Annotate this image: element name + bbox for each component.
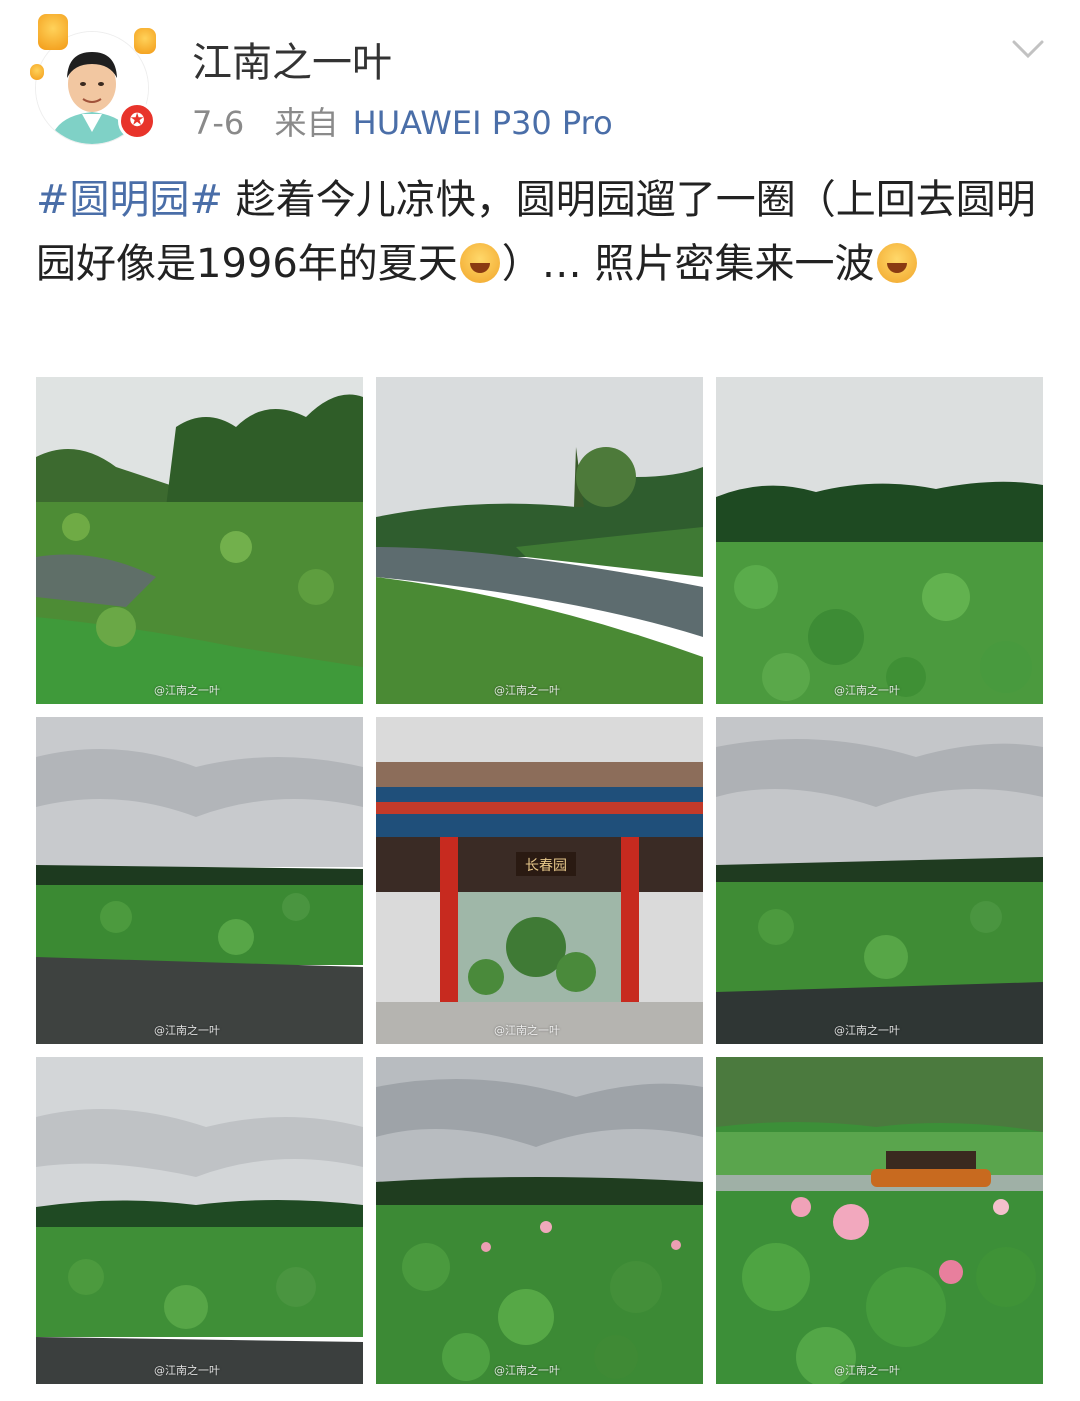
verified-badge-icon: ✪ [118,102,156,140]
lantern-icon [30,64,44,80]
author-name[interactable]: 江南之一叶 [192,30,392,88]
photo-thumbnail[interactable]: 长春园 @江南之一叶 [376,717,703,1044]
laughing-emoji-icon [876,243,917,283]
device-link[interactable]: HUAWEI P30 Pro [353,104,613,142]
photo-thumbnail[interactable]: @江南之一叶 [376,377,703,704]
photo-watermark: @江南之一叶 [154,1364,220,1377]
photo-thumbnail[interactable]: @江南之一叶 [36,377,363,704]
post-text-part-2: ）… 照片密集来一波 [501,241,875,287]
chevron-down-icon[interactable] [1008,30,1048,70]
gate-sign: 长春园 [525,858,567,874]
photo-watermark: @江南之一叶 [494,1024,560,1037]
photo-watermark: @江南之一叶 [154,684,220,697]
photo-thumbnail[interactable]: @江南之一叶 [716,1057,1043,1384]
photo-watermark: @江南之一叶 [494,1364,560,1377]
photo-thumbnail[interactable]: @江南之一叶 [376,1057,703,1384]
hashtag-link[interactable]: #圆明园# [36,177,223,223]
photo-watermark: @江南之一叶 [834,1024,900,1037]
post-meta: 7-6 来自 HUAWEI P30 Pro [192,98,613,144]
photo-watermark: @江南之一叶 [834,1364,900,1377]
laughing-tears-emoji-icon [459,243,500,283]
photo-thumbnail[interactable]: @江南之一叶 [716,377,1043,704]
avatar[interactable]: ✪ [30,14,160,144]
post-text: #圆明园# 趁着今儿凉快，圆明园遛了一圈（上回去圆明园好像是1996年的夏天）…… [36,168,1046,296]
photo-grid: @江南之一叶 @江南之一叶 @江南之一叶 @江南之一叶 长春园 @江南之一叶 @… [36,377,1044,1385]
weibo-post: ✪ 江南之一叶 7-6 来自 HUAWEI P30 Pro #圆明园# 趁着今儿… [0,0,1080,1401]
photo-watermark: @江南之一叶 [494,684,560,697]
post-date: 7-6 [192,104,245,142]
photo-thumbnail[interactable]: @江南之一叶 [36,717,363,1044]
lantern-icon [134,28,156,54]
source-label: 来自 [274,104,339,142]
photo-watermark: @江南之一叶 [154,1024,220,1037]
photo-thumbnail[interactable]: @江南之一叶 [716,717,1043,1044]
lantern-icon [38,14,68,50]
photo-watermark: @江南之一叶 [834,684,900,697]
photo-thumbnail[interactable]: @江南之一叶 [36,1057,363,1384]
